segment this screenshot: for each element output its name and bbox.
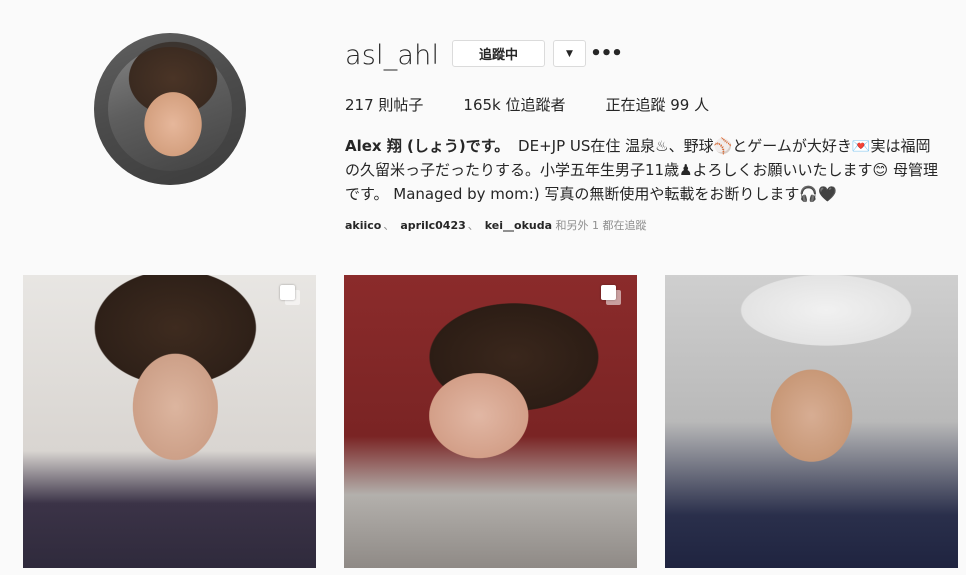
post-thumbnail[interactable] [344, 275, 637, 568]
more-options-button[interactable]: ••• [590, 40, 623, 67]
mutual-user[interactable]: akiico [345, 219, 381, 232]
profile-avatar[interactable] [94, 33, 246, 185]
username: asl_ahl [345, 40, 440, 71]
carousel-icon [601, 285, 621, 305]
profile-page: asl_ahl 追蹤中 ▼ ••• 217 則帖子 165k 位追蹤者 正在追蹤… [0, 0, 966, 575]
carousel-icon [280, 285, 300, 305]
avatar-image [94, 33, 246, 185]
mutual-user[interactable]: kei__okuda [485, 219, 552, 232]
post-thumbnail[interactable] [665, 275, 958, 568]
chevron-down-icon: ▼ [566, 48, 573, 59]
profile-stats: 217 則帖子 165k 位追蹤者 正在追蹤 99 人 [345, 94, 749, 115]
full-name: Alex 翔 (しょう)です。 [345, 137, 510, 155]
mutual-followers[interactable]: akiico、 aprilc0423、 kei__okuda 和另外 1 都在追蹤 [345, 217, 647, 233]
dropdown-button[interactable]: ▼ [553, 40, 586, 67]
post-thumbnail[interactable] [23, 275, 316, 568]
separator: 、 [383, 219, 395, 232]
mutual-suffix: 和另外 1 都在追蹤 [555, 219, 647, 232]
more-icon: ••• [590, 43, 623, 64]
following-button[interactable]: 追蹤中 [452, 40, 545, 67]
following-count[interactable]: 正在追蹤 99 人 [606, 94, 710, 115]
posts-count: 217 則帖子 [345, 96, 424, 114]
followers-count[interactable]: 165k 位追蹤者 [463, 94, 565, 115]
profile-bio: Alex 翔 (しょう)です。 DE+JP US在住 温泉♨、野球⚾とゲームが大… [345, 134, 945, 206]
mutual-user[interactable]: aprilc0423 [400, 219, 465, 232]
separator: 、 [467, 219, 479, 232]
